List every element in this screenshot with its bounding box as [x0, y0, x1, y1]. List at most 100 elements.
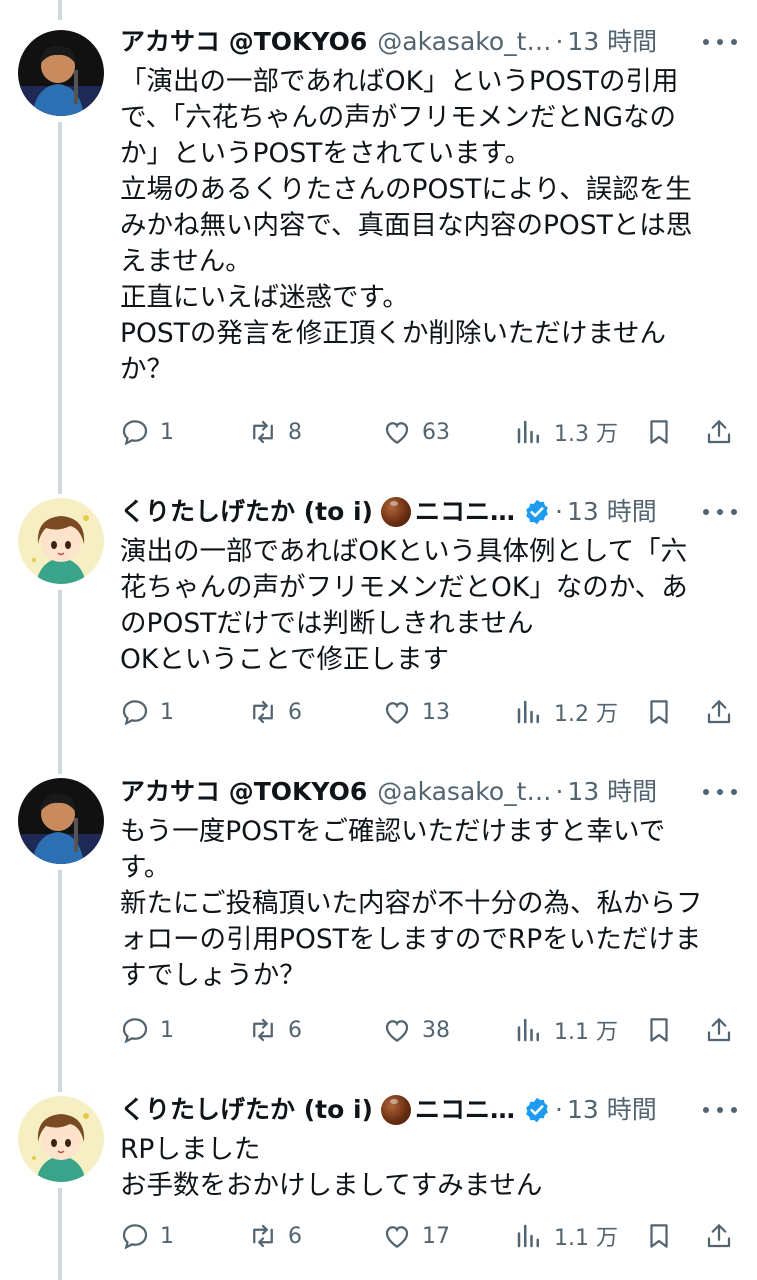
like-icon — [385, 1226, 409, 1248]
reply-button[interactable]: 1 — [120, 1218, 174, 1254]
avatar[interactable] — [18, 778, 104, 864]
separator-dot: · — [555, 777, 564, 806]
share-icon — [707, 1224, 731, 1248]
tweet[interactable]: アカサコ @TOKYO6 @akasako_t… · 13 時間 もう一度POS… — [0, 772, 757, 1062]
bookmark-icon — [650, 1224, 668, 1248]
tweet[interactable]: くりたしげたか (to i) ニコニ… · 13 時間 RPしました お手数をお… — [0, 1090, 757, 1260]
display-name[interactable]: アカサコ @TOKYO6 — [120, 772, 367, 812]
bookmark-icon — [650, 1018, 668, 1042]
repost-button[interactable]: 6 — [248, 1012, 302, 1048]
avatar[interactable] — [18, 1096, 104, 1182]
tweet[interactable]: くりたしげたか (to i) ニコニ… · 13 時間 演出の一部であればOKと… — [0, 492, 757, 732]
bookmark-button[interactable] — [644, 694, 674, 730]
views-count: 1.1 万 — [554, 1226, 618, 1251]
thread-line — [58, 0, 62, 20]
views-button[interactable]: 1.1 万 — [514, 1218, 618, 1254]
timestamp[interactable]: 13 時間 — [567, 22, 657, 62]
views-icon — [517, 1018, 539, 1042]
timestamp[interactable]: 13 時間 — [567, 492, 657, 532]
action-bar: 1 6 38 1.1 万 — [120, 1012, 740, 1048]
tweet-text-line: で、「六花ちゃんの声がフリモメンだとNGなの — [120, 102, 677, 133]
tweet-text-line: 「演出の一部であればOK」というPOSTの引用 — [120, 66, 679, 97]
avatar[interactable] — [18, 498, 104, 584]
views-count: 1.1 万 — [554, 1020, 618, 1045]
share-icon — [707, 700, 731, 724]
bookmark-button[interactable] — [644, 1012, 674, 1048]
user-handle[interactable]: @akasako_t… — [377, 772, 551, 812]
reply-button[interactable]: 1 — [120, 1012, 174, 1048]
views-button[interactable]: 1.2 万 — [514, 694, 618, 730]
repost-icon — [253, 700, 273, 724]
views-button[interactable]: 1.3 万 — [514, 414, 618, 450]
reply-count: 1 — [160, 419, 174, 445]
tweet-header: くりたしげたか (to i) ニコニ… · 13 時間 — [120, 1090, 740, 1130]
views-count: 1.2 万 — [554, 702, 618, 727]
separator-dot: · — [554, 497, 563, 526]
more-icon[interactable] — [703, 780, 737, 804]
share-button[interactable] — [704, 694, 734, 730]
tweet-text: もう一度POSTをご確認いただけますと幸いで す。 新たにご投稿頂いた内容が不十… — [120, 814, 740, 994]
like-button[interactable]: 63 — [382, 414, 450, 450]
display-name[interactable]: アカサコ @TOKYO6 — [120, 22, 367, 62]
tweet-text-line: RPしました — [120, 1134, 261, 1165]
like-icon — [385, 422, 409, 444]
bookmark-button[interactable] — [644, 1218, 674, 1254]
tweet-text-line: もう一度POSTをご確認いただけますと幸いで — [120, 816, 666, 847]
action-bar: 1 6 17 1.1 万 — [120, 1218, 740, 1254]
display-name[interactable]: くりたしげたか (to i) — [120, 492, 373, 532]
views-icon — [517, 700, 539, 724]
reply-count: 1 — [160, 1017, 174, 1043]
repost-count: 6 — [288, 1017, 302, 1043]
views-count: 1.3 万 — [554, 422, 618, 447]
verified-icon — [523, 498, 551, 526]
reply-count: 1 — [160, 699, 174, 725]
tweet-text: 演出の一部であればOKという具体例として「六 花ちゃんの声がフリモメンだとOK」… — [120, 534, 740, 678]
avatar[interactable] — [18, 30, 104, 116]
bookmark-button[interactable] — [644, 414, 674, 450]
timestamp[interactable]: 13 時間 — [567, 1090, 657, 1130]
views-icon — [517, 420, 539, 444]
more-icon[interactable] — [703, 1098, 737, 1122]
like-button[interactable]: 13 — [382, 694, 450, 730]
reply-icon — [122, 700, 148, 726]
action-bar: 1 8 63 1.3 万 — [120, 414, 740, 450]
repost-icon — [253, 1224, 273, 1248]
tweet-text-line: 花ちゃんの声がフリモメンだとOK」なのか、あ — [120, 572, 688, 603]
views-icon — [517, 1224, 539, 1248]
like-button[interactable]: 17 — [382, 1218, 450, 1254]
more-icon[interactable] — [703, 30, 737, 54]
repost-count: 8 — [288, 419, 302, 445]
share-button[interactable] — [704, 1012, 734, 1048]
like-icon — [385, 702, 409, 724]
repost-count: 6 — [288, 699, 302, 725]
tweet-header: アカサコ @TOKYO6 @akasako_t… · 13 時間 — [120, 22, 740, 62]
more-icon[interactable] — [703, 500, 737, 524]
tweet-text: 「演出の一部であればOK」というPOSTの引用 で、「六花ちゃんの声がフリモメン… — [120, 64, 740, 388]
display-name-suffix[interactable]: ニコニ… — [415, 1090, 515, 1130]
tweet[interactable]: アカサコ @TOKYO6 @akasako_t… · 13 時間 「演出の一部で… — [0, 22, 757, 462]
repost-button[interactable]: 8 — [248, 414, 302, 450]
timestamp[interactable]: 13 時間 — [567, 772, 657, 812]
display-name[interactable]: くりたしげたか (to i) — [120, 1090, 373, 1130]
share-button[interactable] — [704, 414, 734, 450]
tweet-text-line: えません。 — [120, 246, 252, 277]
user-handle[interactable]: @akasako_t… — [377, 22, 551, 62]
verified-icon — [523, 1096, 551, 1124]
like-button[interactable]: 38 — [382, 1012, 450, 1048]
thread: アカサコ @TOKYO6 @akasako_t… · 13 時間 「演出の一部で… — [0, 0, 757, 1280]
views-button[interactable]: 1.1 万 — [514, 1012, 618, 1048]
repost-button[interactable]: 6 — [248, 694, 302, 730]
tweet-text-line: ォローの引用POSTをしますのでRPをいただけま — [120, 924, 702, 955]
display-name-suffix[interactable]: ニコニ… — [415, 492, 515, 532]
reply-button[interactable]: 1 — [120, 694, 174, 730]
separator-dot: · — [554, 1095, 563, 1124]
repost-button[interactable]: 6 — [248, 1218, 302, 1254]
reply-icon — [122, 1224, 148, 1250]
like-count: 63 — [422, 419, 450, 445]
share-button[interactable] — [704, 1218, 734, 1254]
tweet-text-line: すでしょうか？ — [120, 960, 306, 991]
tweet-text-line: か」というPOSTをされています。 — [120, 138, 531, 169]
chestnut-emoji-icon — [380, 497, 411, 527]
reply-button[interactable]: 1 — [120, 414, 174, 450]
share-icon — [707, 420, 731, 444]
